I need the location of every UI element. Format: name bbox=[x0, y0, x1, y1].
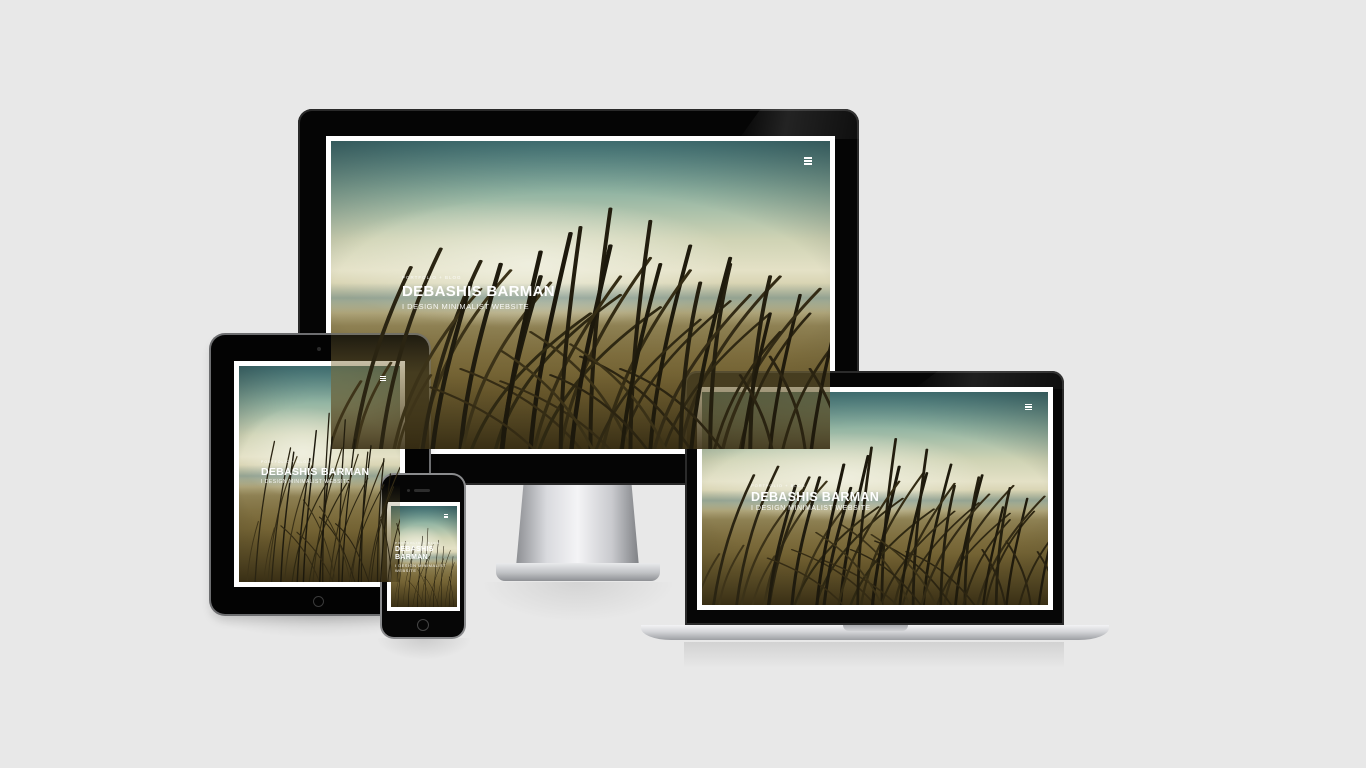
monitor-stand-base bbox=[496, 563, 660, 581]
hero-tagline: I DESIGN MINIMALIST WEBSITE bbox=[395, 563, 446, 573]
phone-shadow bbox=[376, 638, 472, 660]
hero-kicker: PORTFOLIO + BLOG bbox=[402, 275, 462, 280]
hero-tagline: I DESIGN MINIMALIST WEBSITE bbox=[402, 302, 530, 311]
phone-camera bbox=[407, 489, 410, 492]
hamburger-menu-icon[interactable] bbox=[1025, 404, 1032, 410]
hero-kicker: PORTFOLIO + BLOG bbox=[395, 541, 441, 545]
laptop-screen: PORTFOLIO + BLOG DEBASHIS BARMAN I DESIG… bbox=[702, 392, 1048, 605]
hero-tagline: I DESIGN MINIMALIST WEBSITE bbox=[261, 479, 351, 485]
hamburger-menu-icon[interactable] bbox=[804, 157, 812, 165]
tablet-home-button bbox=[313, 596, 324, 607]
hamburger-menu-icon[interactable] bbox=[380, 376, 386, 381]
phone-screen: PORTFOLIO + BLOG DEBASHIS BARMAN I DESIG… bbox=[391, 506, 457, 607]
tablet-camera bbox=[317, 347, 321, 351]
monitor-reflection bbox=[480, 582, 676, 622]
hero-name: DEBASHIS BARMAN bbox=[395, 546, 434, 561]
laptop-notch bbox=[843, 625, 908, 631]
laptop-shadow bbox=[684, 642, 1064, 668]
hero-text: PORTFOLIO + BLOG DEBASHIS BARMAN I DESIG… bbox=[751, 483, 879, 512]
hero-kicker: PORTFOLIO + BLOG bbox=[261, 460, 311, 464]
hamburger-menu-icon[interactable] bbox=[444, 514, 448, 518]
devices-mockup: PORTFOLIO + BLOG DEBASHIS BARMAN I DESIG… bbox=[0, 0, 1366, 768]
phone-speaker bbox=[414, 489, 430, 492]
hero-name: DEBASHIS BARMAN bbox=[402, 283, 555, 300]
hero-text: PORTFOLIO + BLOG DEBASHIS BARMAN I DESIG… bbox=[402, 275, 555, 311]
hero-kicker: PORTFOLIO + BLOG bbox=[751, 483, 806, 488]
hero-name: DEBASHIS BARMAN bbox=[751, 490, 880, 504]
hero-name: DEBASHIS BARMAN bbox=[261, 466, 370, 478]
monitor-stand bbox=[516, 485, 639, 567]
hero-text: PORTFOLIO + BLOG DEBASHIS BARMAN I DESIG… bbox=[395, 541, 447, 573]
hero-text: PORTFOLIO + BLOG DEBASHIS BARMAN I DESIG… bbox=[261, 460, 396, 485]
tablet-screen: PORTFOLIO + BLOG DEBASHIS BARMAN I DESIG… bbox=[239, 366, 400, 582]
hero-tagline: I DESIGN MINIMALIST WEBSITE bbox=[751, 505, 871, 512]
phone-home-button bbox=[417, 619, 429, 631]
